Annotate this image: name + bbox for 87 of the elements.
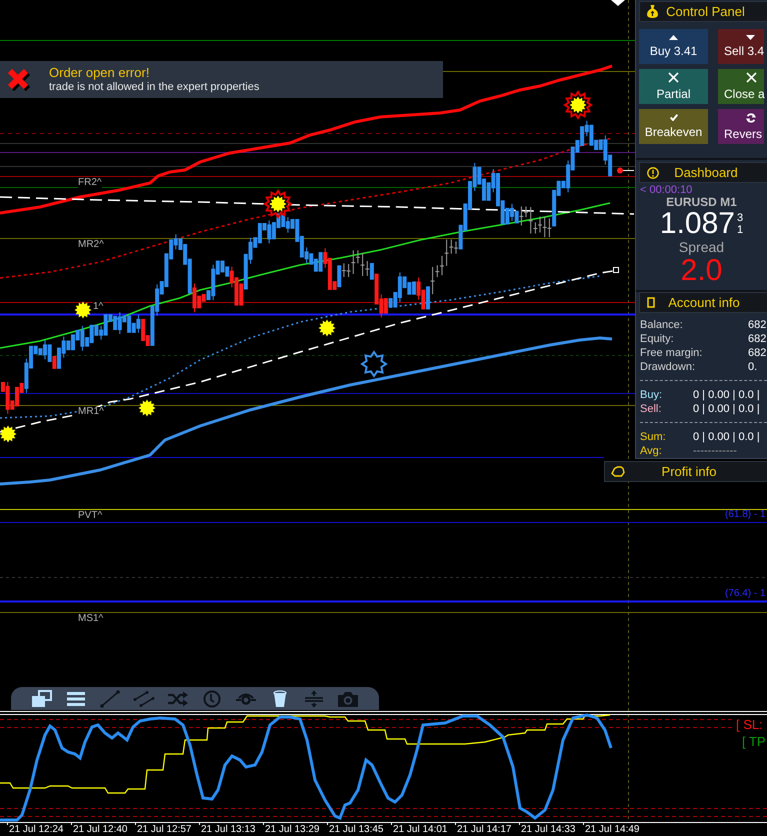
clock-icon[interactable] [201, 690, 223, 708]
symbol-name: EURUSD M1 [666, 196, 737, 209]
time-label: 21 Jul 14:01 [393, 824, 448, 835]
level-label: MS1^ [78, 614, 104, 624]
time-label: 21 Jul 14:49 [585, 824, 640, 835]
time-label: 21 Jul 14:17 [457, 824, 512, 835]
time-label: 21 Jul 12:24 [9, 824, 64, 835]
ringed-sun-icon [563, 90, 593, 120]
price-digit: 3 [736, 212, 744, 224]
account-label: Balance: [640, 318, 684, 332]
time-label: 21 Jul 12:40 [73, 824, 128, 835]
account-value: 0 | 0.00 | 0.0 | [693, 402, 760, 416]
panel-title: Dashboard [674, 165, 739, 180]
partial-close-button[interactable]: Partial [639, 69, 708, 104]
panel-title: Account info [668, 295, 741, 310]
split-arrows-icon[interactable] [303, 690, 325, 708]
shuffle-icon[interactable] [167, 690, 189, 708]
level-label: MR2^ [78, 240, 104, 250]
rising-candle [370, 263, 374, 280]
account-label: Sum: [640, 430, 667, 444]
account-value: 682 [748, 332, 766, 346]
sun-icon [138, 400, 156, 416]
circular-arrows-icon [746, 112, 756, 122]
triangle-marker-icon [611, 0, 625, 6]
triangle-up-icon [669, 35, 678, 40]
rectangle-icon [647, 297, 655, 308]
account-value: ------------ [693, 444, 737, 458]
spread-label: Spread [678, 239, 724, 255]
account-value: 682 [748, 346, 766, 360]
panel-title: Control Panel [666, 4, 746, 19]
level-percent-label: (76.4) - 1 [725, 589, 766, 599]
money-bag-icon [647, 5, 658, 18]
account-value: 682 [748, 318, 766, 332]
account-value: 0. [748, 360, 758, 374]
windows-icon[interactable] [31, 690, 53, 708]
level-percent-label: (61.8) - 1 [725, 510, 766, 520]
price-digit: 1 [736, 224, 744, 236]
line-tool-icon[interactable] [99, 690, 121, 708]
sell-button[interactable]: Sell 3.4 [718, 29, 764, 64]
ringed-sun-icon [263, 189, 293, 219]
time-label: 21 Jul 12:57 [137, 824, 192, 835]
level-label: FR2^ [78, 178, 102, 188]
account-value: 0 | 0.00 | 0.0 | [693, 388, 760, 402]
notification-message: trade is not allowed in the expert properties [49, 81, 260, 94]
account-value: 0 | 0.00 | 0.0 | [693, 430, 760, 444]
panel-title: Profit info [662, 464, 718, 479]
close-all-button[interactable]: Close a [718, 69, 764, 104]
account-label: Sell: [640, 402, 662, 416]
exclamation-circle-icon [647, 166, 659, 178]
rising-candle [337, 265, 342, 288]
sun-icon [0, 426, 16, 442]
menu-icon[interactable] [65, 690, 87, 708]
sun-icon [74, 302, 92, 318]
time-label: 21 Jul 13:45 [329, 824, 384, 835]
time-label: 21 Jul 13:29 [265, 824, 320, 835]
parallel-lines-icon[interactable] [133, 690, 155, 708]
spread-value: 2.0 [680, 255, 722, 287]
stop-loss-label: [ SL: [736, 718, 763, 732]
account-label: Drawdown: [640, 360, 696, 374]
triangle-down-icon [746, 35, 755, 40]
price-marker-icon [617, 168, 634, 174]
buy-button[interactable]: Buy 3.41 [639, 29, 708, 64]
reverse-button[interactable]: Revers [718, 109, 764, 144]
countdown-timer: < 00:00:10 [640, 184, 692, 196]
camera-icon[interactable] [337, 690, 359, 708]
account-label: Avg: [640, 444, 663, 458]
breakeven-button[interactable]: Breakeven [639, 109, 708, 144]
account-label: Free margin: [640, 346, 704, 360]
cross-icon [668, 72, 679, 83]
take-profit-label: [ TP [742, 735, 766, 749]
rising-candle [426, 286, 430, 310]
cross-icon [746, 72, 757, 83]
level-label: PVT^ [78, 511, 102, 521]
falling-candle [52, 356, 56, 369]
account-label: Buy: [640, 388, 664, 402]
notification-title: Order open error! [49, 65, 150, 81]
account-label: Equity: [640, 332, 675, 346]
error-cross-icon [6, 68, 32, 92]
sun-outline-icon [360, 350, 388, 378]
level-label: MR1^ [78, 407, 104, 417]
hexagon-outline-icon [611, 466, 625, 477]
level-label: 1^ [93, 302, 104, 312]
check-icon [670, 114, 678, 121]
time-label: 21 Jul 14:33 [521, 824, 576, 835]
time-label: 21 Jul 13:13 [201, 824, 256, 835]
price-value: 1.087 [660, 209, 735, 239]
sun-icon [318, 320, 336, 336]
